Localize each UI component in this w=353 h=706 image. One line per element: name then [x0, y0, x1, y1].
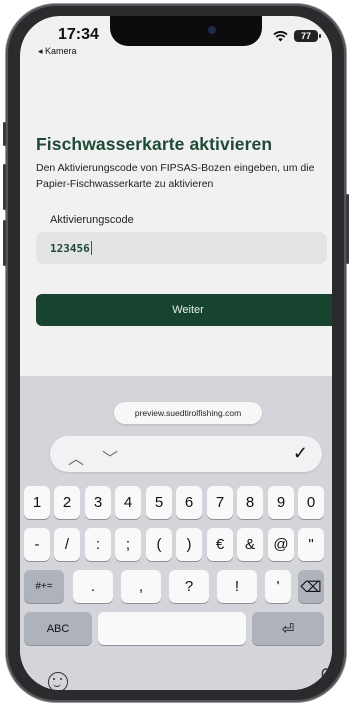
page-description: Den Aktivierungscode von FIPSAS-Bozen ei… — [36, 162, 315, 190]
key-comma[interactable]: , — [121, 570, 161, 603]
return-icon[interactable]: ⏎ — [252, 612, 324, 645]
key-1[interactable]: 1 — [24, 486, 50, 519]
mute-switch — [3, 122, 6, 146]
key-close-paren[interactable]: ) — [176, 528, 202, 561]
key-slash[interactable]: / — [54, 528, 80, 561]
key-5[interactable]: 5 — [146, 486, 172, 519]
backspace-icon[interactable]: ⌫ — [298, 570, 324, 603]
activation-code-input[interactable]: 123456 — [36, 232, 327, 264]
key-quote[interactable]: " — [298, 528, 324, 561]
done-checkmark-icon[interactable]: ✓ — [293, 443, 308, 464]
activation-code-value: 123456 — [50, 241, 90, 255]
key-colon[interactable]: : — [85, 528, 111, 561]
key-3[interactable]: 3 — [85, 486, 111, 519]
abc-key[interactable]: ABC — [24, 612, 92, 645]
next-field-icon[interactable]: ﹀ — [102, 445, 118, 469]
keyboard-accessory-bar: ︿ ﹀ ✓ — [50, 436, 322, 472]
key-2[interactable]: 2 — [54, 486, 80, 519]
page-title: Fischwasserkarte aktivieren — [36, 134, 273, 154]
power-button — [346, 194, 349, 264]
volume-up-button — [3, 164, 6, 210]
activation-code-label: Aktivierungscode — [50, 214, 134, 226]
key-open-paren[interactable]: ( — [146, 528, 172, 561]
key-4[interactable]: 4 — [115, 486, 141, 519]
key-apostrophe[interactable]: ' — [265, 570, 291, 603]
screen: 17:34 ◂ Kamera 77 Fischwasserkarte aktiv… — [20, 16, 332, 690]
continue-button[interactable]: Weiter — [36, 294, 332, 326]
symbols-mode-key[interactable]: #+= — [24, 570, 64, 603]
key-8[interactable]: 8 — [237, 486, 263, 519]
key-ampersand[interactable]: & — [237, 528, 263, 561]
key-exclamation[interactable]: ! — [217, 570, 257, 603]
volume-down-button — [3, 220, 6, 266]
key-semicolon[interactable]: ; — [115, 528, 141, 561]
url-chip[interactable]: preview.suedtirolfishing.com — [114, 402, 262, 424]
key-period[interactable]: . — [73, 570, 113, 603]
previous-field-icon[interactable]: ︿ — [68, 445, 84, 469]
phone-frame: 17:34 ◂ Kamera 77 Fischwasserkarte aktiv… — [3, 4, 349, 702]
key-7[interactable]: 7 — [207, 486, 233, 519]
text-caret — [90, 241, 93, 255]
key-6[interactable]: 6 — [176, 486, 202, 519]
microphone-icon[interactable] — [318, 668, 332, 690]
space-key[interactable] — [98, 612, 246, 645]
key-at[interactable]: @ — [268, 528, 294, 561]
key-question[interactable]: ? — [169, 570, 209, 603]
emoji-icon[interactable] — [48, 672, 68, 690]
key-minus[interactable]: - — [24, 528, 50, 561]
key-0[interactable]: 0 — [298, 486, 324, 519]
key-euro[interactable]: € — [207, 528, 233, 561]
page-content: Fischwasserkarte aktivieren Den Aktivier… — [20, 16, 332, 376]
key-9[interactable]: 9 — [268, 486, 294, 519]
